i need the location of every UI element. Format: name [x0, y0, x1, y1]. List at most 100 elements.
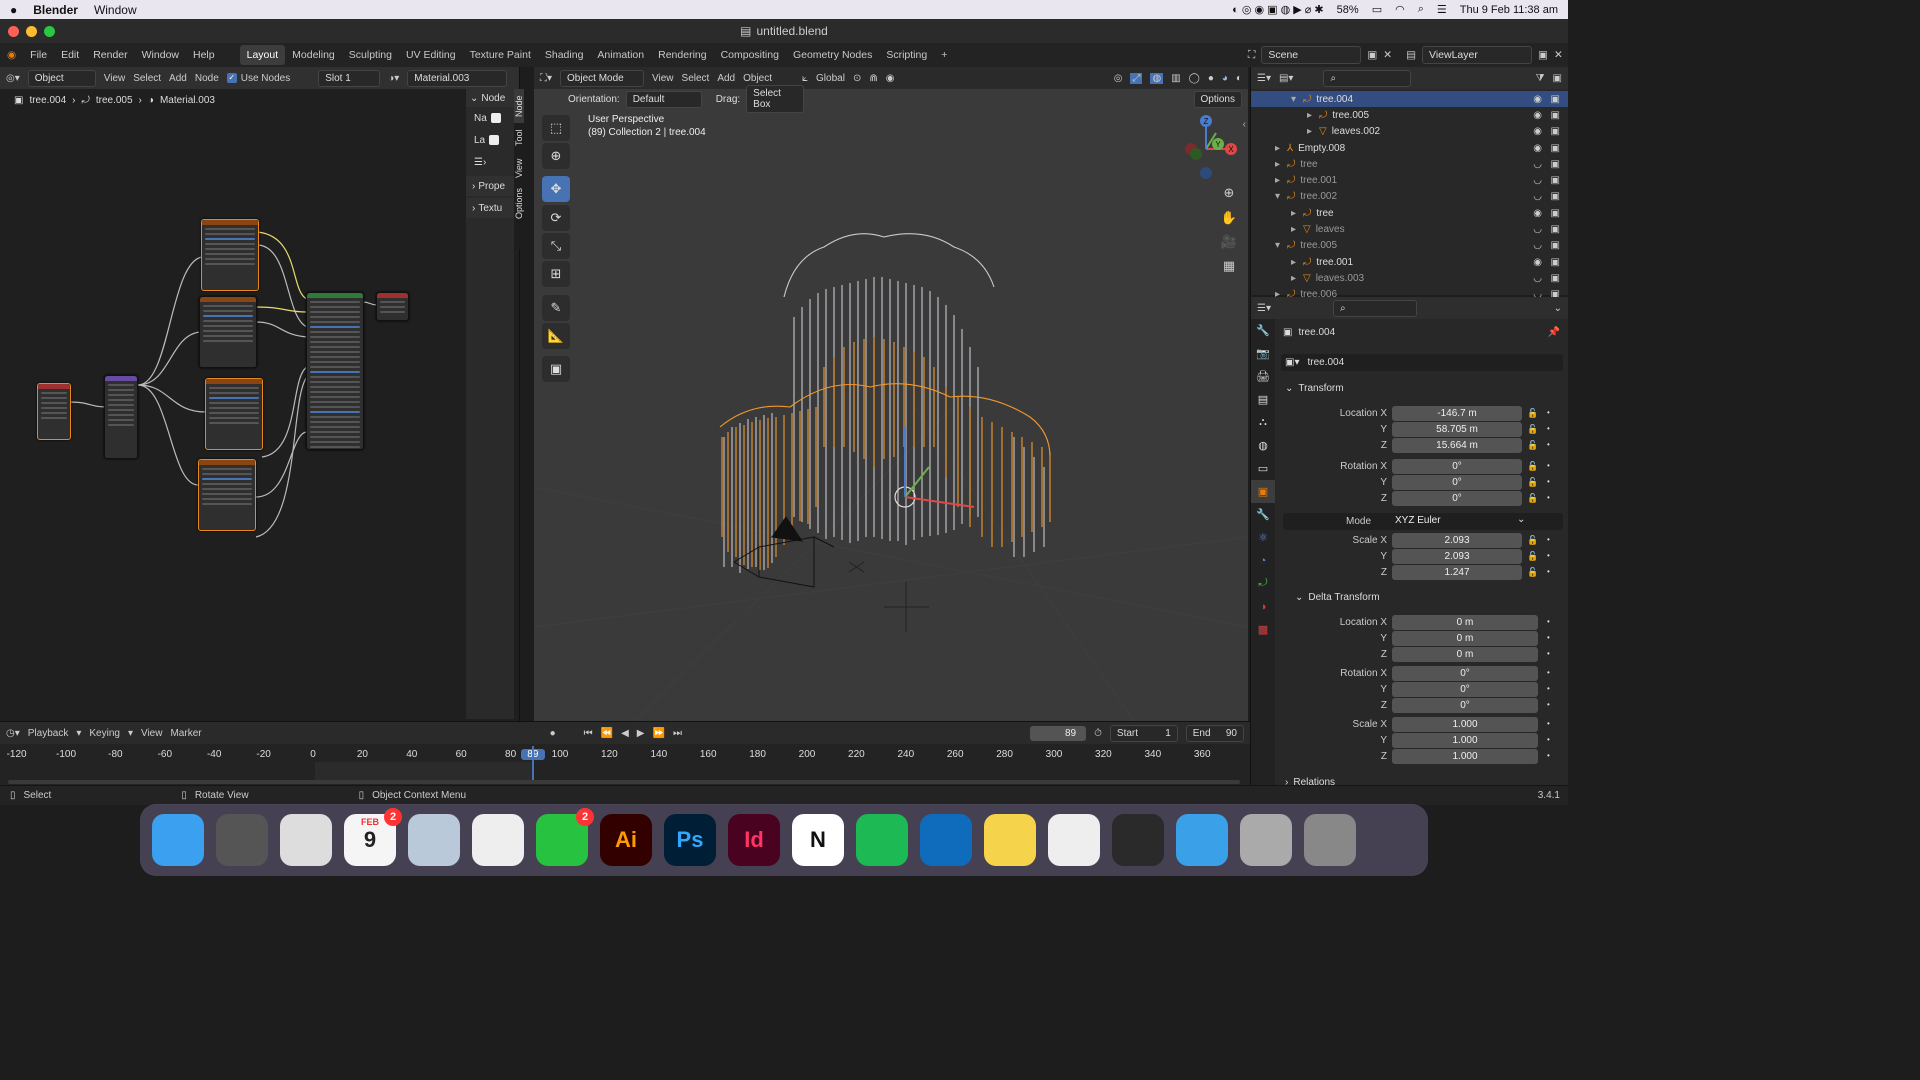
jump-end-icon[interactable]: ⏭ — [673, 728, 682, 739]
expand-down-icon[interactable]: ▾ — [1291, 94, 1303, 105]
keyframe-dot-icon[interactable]: • — [1547, 684, 1550, 693]
location-x-field[interactable]: -146.7 m — [1392, 406, 1522, 421]
collection-tab-icon[interactable]: ▭ — [1251, 457, 1275, 480]
tab-uv-editing[interactable]: UV Editing — [399, 45, 463, 65]
location-z-field[interactable]: 15.664 m — [1392, 438, 1522, 453]
render-camera-icon[interactable]: ▣ — [1551, 208, 1560, 219]
visibility-eye-icon[interactable]: ◡ — [1533, 240, 1542, 251]
editor-type-icon[interactable]: ◷▾ — [6, 728, 20, 739]
object-name-field[interactable]: ▣▾ tree.004 — [1281, 354, 1563, 371]
menu-edit[interactable]: Edit — [61, 49, 79, 61]
keyframe-dot-icon[interactable]: • — [1547, 440, 1550, 449]
pin-icon[interactable]: 📌 — [1548, 327, 1560, 338]
render-camera-icon[interactable]: ▣ — [1551, 94, 1560, 105]
visibility-eye-icon[interactable]: ◡ — [1533, 191, 1542, 202]
notion-app-icon[interactable]: N — [792, 814, 844, 866]
principled-bsdf-node[interactable] — [306, 292, 364, 450]
frame-ruler[interactable]: -120-100-80-60-40-2002040608089100120140… — [0, 746, 1250, 762]
properties-panel-header[interactable]: › Prope — [466, 176, 514, 196]
lock-icon[interactable]: 🔓 — [1527, 461, 1538, 472]
calendar-app-icon[interactable]: FEB 9 2 — [344, 808, 402, 866]
delta-location-z-field[interactable]: 0 m — [1392, 647, 1538, 662]
tab-compositing[interactable]: Compositing — [714, 45, 786, 65]
unity-app-icon[interactable] — [1048, 814, 1100, 866]
keyframe-dot-icon[interactable]: • — [1547, 649, 1550, 658]
gizmo-x-arrow[interactable] — [904, 496, 975, 508]
outliner-row[interactable]: ▸ ▽ leaves ◡ ▣ — [1251, 221, 1568, 237]
chrome-window-app-icon[interactable] — [1240, 814, 1292, 866]
expand-right-icon[interactable]: ▸ — [1307, 126, 1319, 137]
modifier-tab-icon[interactable]: 🔧 — [1251, 503, 1275, 526]
keyframe-dot-icon[interactable]: • — [1547, 668, 1550, 677]
node-panel-header[interactable]: ⌄ Node — [466, 89, 514, 107]
timeline-scrollbar[interactable] — [8, 780, 1240, 784]
calculator-app-icon[interactable] — [216, 814, 268, 866]
visibility-eye-icon[interactable]: ◉ — [1533, 94, 1542, 105]
jump-start-icon[interactable]: ⏮ — [584, 728, 593, 739]
chevron-down-icon[interactable]: ⌄ — [1554, 303, 1562, 314]
editor-type-icon[interactable]: ☰▾ — [1257, 73, 1271, 84]
delta-scale-z-field[interactable]: 1.000 — [1392, 749, 1538, 764]
physics-tab-icon[interactable]: ◔ — [1251, 549, 1275, 572]
visibility-eye-icon[interactable]: ◉ — [1533, 126, 1542, 137]
delete-viewlayer-icon[interactable]: ✕ — [1554, 49, 1563, 61]
app-name[interactable]: Blender — [33, 3, 78, 17]
sidebar-toggle-icon[interactable]: ‹ — [1243, 119, 1246, 130]
particles-tab-icon[interactable]: ⚛ — [1251, 526, 1275, 549]
editor-type-icon[interactable]: ☰▾ — [1257, 303, 1271, 314]
outliner-row[interactable]: ▸ ▽ leaves.003 ◡ ▣ — [1251, 270, 1568, 286]
image-texture-node-3[interactable] — [205, 378, 263, 450]
scale-x-field[interactable]: 2.093 — [1392, 533, 1522, 548]
tab-tool[interactable]: Tool — [514, 123, 524, 153]
keyframe-dot-icon[interactable]: • — [1547, 408, 1550, 417]
empty-object[interactable] — [848, 561, 929, 632]
keyframe-dot-icon[interactable]: • — [1547, 719, 1550, 728]
node-name-row[interactable]: Na — [466, 107, 514, 129]
image-texture-node-2[interactable] — [199, 296, 257, 368]
lock-icon[interactable]: 🔓 — [1527, 551, 1538, 562]
visibility-eye-icon[interactable]: ◡ — [1533, 224, 1542, 235]
lock-icon[interactable]: 🔓 — [1527, 493, 1538, 504]
delta-scale-y-field[interactable]: 1.000 — [1392, 733, 1538, 748]
chrome-app-icon[interactable] — [472, 814, 524, 866]
lock-icon[interactable]: 🔓 — [1527, 535, 1538, 546]
shader-node-editor[interactable]: ◎▾ Object View Select Add Node ✓ Use Nod… — [0, 67, 528, 721]
outliner-row[interactable]: ▸ ⤾ tree ◡ ▣ — [1251, 156, 1568, 172]
expand-down-icon[interactable]: ▾ — [1275, 240, 1287, 251]
launchpad-app-icon[interactable] — [280, 814, 332, 866]
blender-app-icon[interactable] — [1112, 814, 1164, 866]
trash-app-icon[interactable] — [1304, 814, 1356, 866]
keyframe-dot-icon[interactable]: • — [1547, 700, 1550, 709]
delta-scale-x-field[interactable]: 1.000 — [1392, 717, 1538, 732]
node-color-row[interactable]: ☰› — [466, 151, 514, 173]
new-collection-icon[interactable]: ▣ — [1553, 73, 1562, 84]
node-name-field[interactable] — [490, 113, 501, 123]
keyframe-dot-icon[interactable]: • — [1547, 424, 1550, 433]
visibility-eye-icon[interactable]: ◉ — [1533, 257, 1542, 268]
outliner-search-input[interactable]: ⌕ — [1323, 69, 1412, 87]
start-frame-field[interactable]: Start 1 — [1109, 724, 1178, 742]
keyframe-dot-icon[interactable]: • — [1547, 617, 1550, 626]
expand-right-icon[interactable]: ▸ — [1291, 208, 1303, 219]
blender-logo-icon[interactable]: ◉ — [7, 49, 16, 61]
ortho-grid-icon[interactable]: ▦ — [1218, 255, 1240, 277]
visibility-eye-icon[interactable]: ◡ — [1533, 159, 1542, 170]
menu-window[interactable]: Window — [142, 49, 179, 61]
output-tab-icon[interactable]: 🖨 — [1251, 365, 1275, 388]
outliner[interactable]: ☰▾ ▤▾ ⌕ ⧩ ▣ ▾ ⤾ tree.004 ◉ ▣ ▸ ⤾ tree.005 ◉ ▣ ▸ ▽ le… — [1250, 67, 1568, 300]
render-camera-icon[interactable]: ▣ — [1551, 159, 1560, 170]
menu-marker[interactable]: Marker — [170, 728, 201, 739]
expand-right-icon[interactable]: ▸ — [1275, 159, 1287, 170]
tab-modeling[interactable]: Modeling — [285, 45, 342, 65]
object-tab-icon[interactable]: ▣ — [1251, 480, 1275, 503]
outliner-row[interactable]: ▸ ⤾ tree.001 ◉ ▣ — [1251, 254, 1568, 270]
outliner-row[interactable]: ▾ ⤾ tree.002 ◡ ▣ — [1251, 189, 1568, 205]
playhead[interactable] — [532, 746, 534, 784]
render-camera-icon[interactable]: ▣ — [1551, 143, 1560, 154]
tab-scripting[interactable]: Scripting — [879, 45, 934, 65]
material-output-node[interactable] — [376, 292, 409, 321]
delta-location-x-field[interactable]: 0 m — [1392, 615, 1538, 630]
visibility-eye-icon[interactable]: ◉ — [1533, 208, 1542, 219]
tab-node[interactable]: Node — [514, 89, 524, 123]
apple-icon[interactable]: ● — [10, 3, 17, 17]
